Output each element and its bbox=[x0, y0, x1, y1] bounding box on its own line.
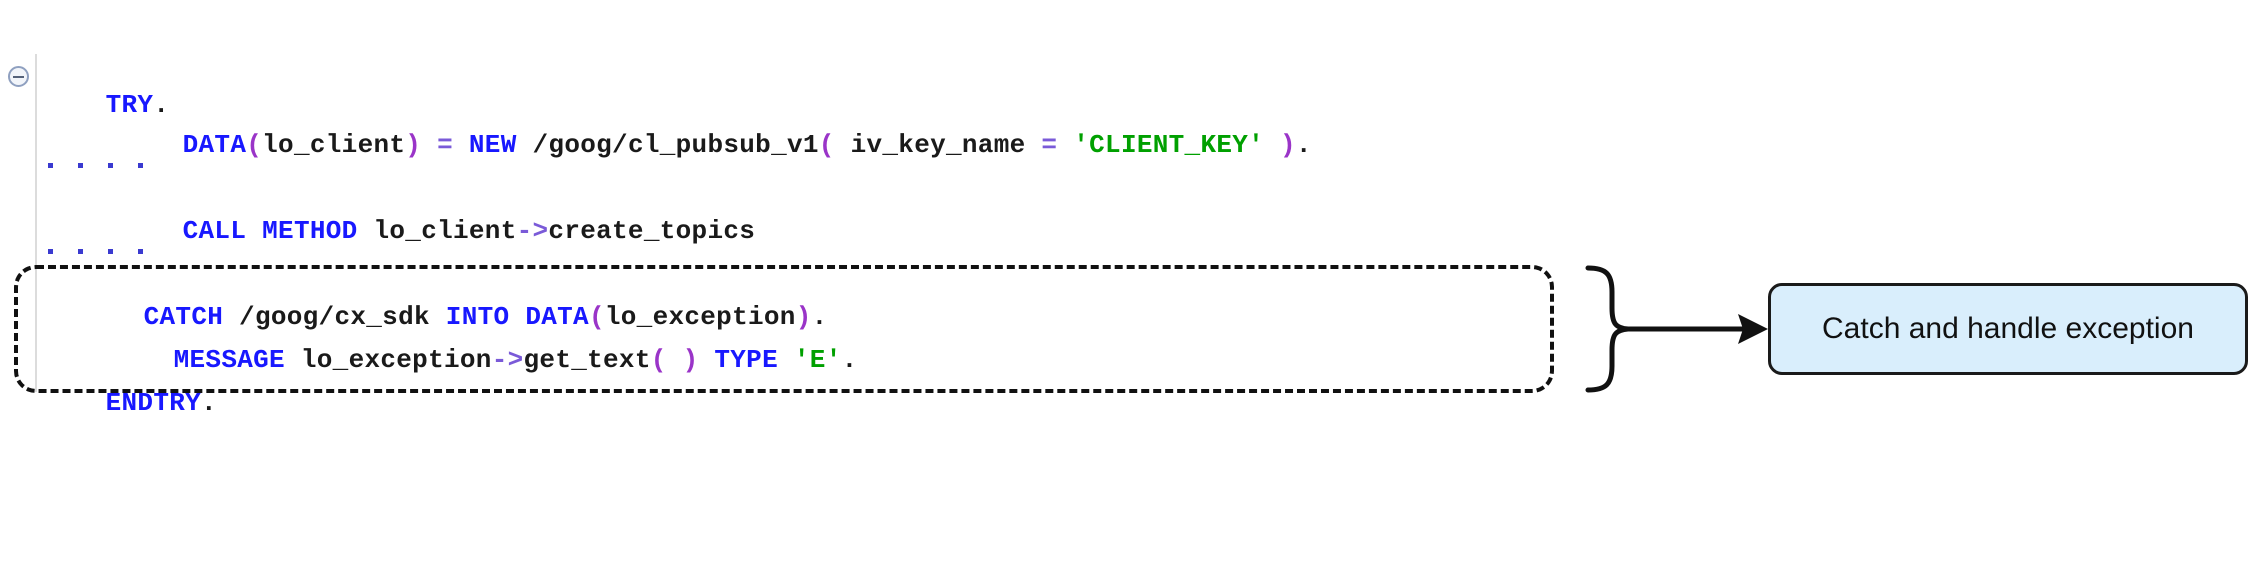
token-operator: -> bbox=[516, 216, 549, 246]
token-operator: = bbox=[1041, 130, 1058, 160]
highlight-dashed-box bbox=[14, 265, 1554, 393]
token-operator: = bbox=[437, 130, 453, 160]
ellipsis-dot bbox=[108, 249, 113, 254]
ellipsis-dot bbox=[108, 163, 113, 168]
token-identifier: iv_key_name bbox=[834, 130, 1042, 160]
ellipsis-dot bbox=[78, 249, 83, 254]
token-paren: ( bbox=[818, 130, 835, 160]
token-keyword: CALL bbox=[182, 216, 247, 246]
collapse-minus-icon[interactable] bbox=[8, 66, 29, 87]
code-line-call-method[interactable]: CALL METHOD lo_client->create_topics bbox=[119, 186, 755, 276]
ellipsis-dot bbox=[48, 249, 53, 254]
ellipsis-row-1 bbox=[48, 163, 143, 168]
arrow-head-icon bbox=[1738, 314, 1768, 344]
token-paren: ) bbox=[1279, 130, 1296, 160]
annotation-callout-label: Catch and handle exception bbox=[1822, 312, 2194, 345]
ellipsis-dot bbox=[138, 163, 143, 168]
ellipsis-row-2 bbox=[48, 249, 143, 254]
token-keyword: NEW bbox=[468, 130, 517, 160]
ellipsis-dot bbox=[78, 163, 83, 168]
ellipsis-dot bbox=[138, 249, 143, 254]
token-identifier: lo_client bbox=[262, 130, 406, 160]
annotation-callout-box: Catch and handle exception bbox=[1768, 283, 2248, 375]
token-identifier: create_topics bbox=[548, 216, 756, 246]
token-identifier: lo_client bbox=[373, 216, 517, 246]
token-paren: ) bbox=[405, 130, 422, 160]
code-line-data-client[interactable]: DATA(lo_client) = NEW /goog/cl_pubsub_v1… bbox=[119, 100, 1312, 190]
token-string: 'CLIENT_KEY' bbox=[1073, 130, 1265, 160]
token-paren: ( bbox=[246, 130, 263, 160]
token-keyword: METHOD bbox=[262, 216, 358, 246]
token-identifier: /goog/cl_pubsub_v1 bbox=[532, 130, 819, 160]
token-keyword: DATA bbox=[182, 130, 247, 160]
ellipsis-dot bbox=[48, 163, 53, 168]
token-punct: . bbox=[1295, 130, 1312, 160]
